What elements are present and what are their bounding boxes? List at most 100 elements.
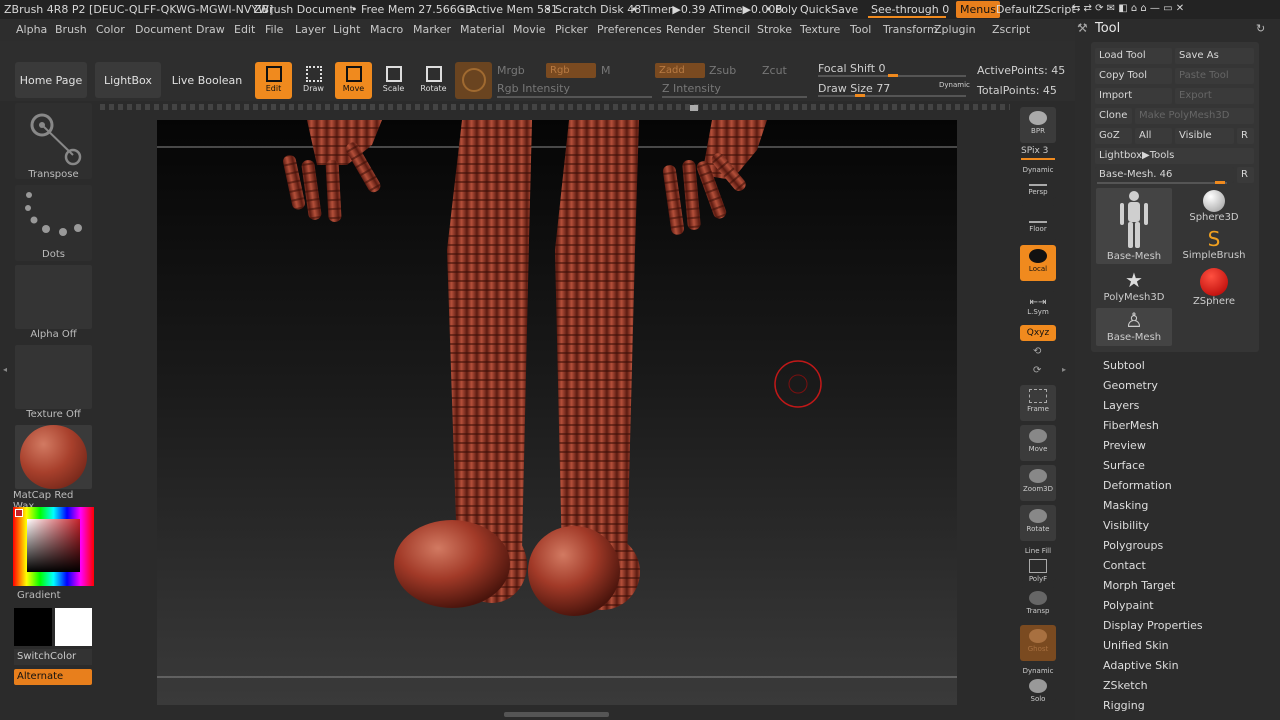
solo-button[interactable]: Dynamic Solo (1020, 665, 1056, 703)
tool-thumb-polymesh3d[interactable]: ★ PolyMesh3D (1096, 268, 1172, 306)
subpalette-visibility[interactable]: Visibility (1103, 519, 1149, 532)
live-boolean-button[interactable]: Live Boolean (169, 62, 245, 98)
tool-slider[interactable]: Base-Mesh. 46 (1095, 167, 1234, 183)
menu-render[interactable]: Render (666, 23, 705, 36)
top-scroll-handle[interactable] (690, 105, 698, 111)
color-picker-hue[interactable] (13, 507, 94, 586)
see-through-slider[interactable]: See-through 0 (871, 3, 949, 16)
rgb-intensity-slider[interactable] (497, 96, 652, 98)
menu-marker[interactable]: Marker (413, 23, 451, 36)
move-button[interactable]: Move (335, 62, 372, 99)
make-polymesh-button[interactable]: Make PolyMesh3D (1135, 108, 1254, 124)
draw-button[interactable]: Draw (295, 62, 332, 99)
goz-r-button[interactable]: R (1237, 128, 1254, 144)
tool-thumb-sphere3d[interactable]: Sphere3D (1176, 188, 1252, 226)
menu-macro[interactable]: Macro (370, 23, 403, 36)
subpalette-zsketch[interactable]: ZSketch (1103, 679, 1148, 692)
subpalette-rigging[interactable]: Rigging (1103, 699, 1145, 712)
color-picker-sv[interactable] (27, 519, 80, 572)
clone-button[interactable]: Clone (1095, 108, 1132, 124)
material-swatch-button[interactable] (455, 62, 492, 99)
tool-thumb-base-mesh-2[interactable]: ♙ Base-Mesh (1096, 308, 1172, 346)
dynamic-toggle[interactable]: Dynamic (939, 81, 970, 89)
subpalette-layers[interactable]: Layers (1103, 399, 1139, 412)
bpr-button[interactable]: BPR (1020, 107, 1056, 143)
subpalette-adaptive-skin[interactable]: Adaptive Skin (1103, 659, 1179, 672)
subpalette-deformation[interactable]: Deformation (1103, 479, 1172, 492)
menu-tool[interactable]: Tool (850, 23, 871, 36)
menu-layer[interactable]: Layer (295, 23, 326, 36)
alternate-button[interactable]: Alternate (14, 669, 92, 685)
gradient-label[interactable]: Gradient (17, 590, 94, 601)
persp-button[interactable]: Dynamic Persp (1020, 163, 1056, 199)
document-label[interactable]: ZBrush Document (254, 3, 354, 16)
goz-visible-button[interactable]: Visible (1175, 128, 1234, 144)
menus-button[interactable]: Menus (956, 1, 1000, 18)
switch-color-button[interactable]: SwitchColor (14, 649, 92, 665)
menu-stencil[interactable]: Stencil (713, 23, 750, 36)
document-canvas[interactable] (157, 120, 957, 705)
edit-button[interactable]: Edit (255, 62, 292, 99)
xyz-button[interactable]: Qxyz (1020, 325, 1056, 341)
move-view-button[interactable]: Move (1020, 425, 1056, 461)
left-collapse-icon[interactable]: ◂ (3, 365, 9, 375)
menu-zplugin[interactable]: Zplugin (934, 23, 976, 36)
menu-zscript[interactable]: Zscript (992, 23, 1030, 36)
focal-shift-knob[interactable] (888, 74, 898, 77)
secondary-color-swatch[interactable] (14, 608, 52, 646)
subpalette-polypaint[interactable]: Polypaint (1103, 599, 1154, 612)
load-tool-button[interactable]: Load Tool (1095, 48, 1172, 64)
rotate-view-button[interactable]: Rotate (1020, 505, 1056, 541)
home-page-button[interactable]: Home Page (15, 62, 87, 98)
goz-all-button[interactable]: All (1135, 128, 1172, 144)
menu-draw[interactable]: Draw (196, 23, 225, 36)
lightbox-button[interactable]: LightBox (95, 62, 161, 98)
menu-transform[interactable]: Transform (883, 23, 938, 36)
z-intensity-slider[interactable] (662, 96, 807, 98)
quicksave-button[interactable]: QuickSave (800, 3, 858, 16)
subpalette-surface[interactable]: Surface (1103, 459, 1145, 472)
menu-file[interactable]: File (265, 23, 283, 36)
subpalette-display-properties[interactable]: Display Properties (1103, 619, 1203, 632)
subpalette-fibermesh[interactable]: FiberMesh (1103, 419, 1159, 432)
menu-picker[interactable]: Picker (555, 23, 588, 36)
alpha-button[interactable] (15, 265, 92, 329)
menu-color[interactable]: Color (96, 23, 125, 36)
lsym-button[interactable]: ⇤⇥ L.Sym (1020, 291, 1056, 327)
subpalette-geometry[interactable]: Geometry (1103, 379, 1158, 392)
menu-brush[interactable]: Brush (55, 23, 87, 36)
scale-button[interactable]: Scale (375, 62, 412, 99)
palette-pin-icon[interactable]: ↻ (1256, 22, 1265, 35)
export-button[interactable]: Export (1175, 88, 1254, 104)
menu-preferences[interactable]: Preferences (597, 23, 662, 36)
tool-slider-knob[interactable] (1215, 181, 1225, 184)
paste-tool-button[interactable]: Paste Tool (1175, 68, 1254, 84)
subpalette-unified-skin[interactable]: Unified Skin (1103, 639, 1169, 652)
menu-texture[interactable]: Texture (800, 23, 840, 36)
bottom-scroll-handle[interactable] (504, 712, 609, 717)
menu-material[interactable]: Material (460, 23, 505, 36)
subpalette-contact[interactable]: Contact (1103, 559, 1146, 572)
subpalette-masking[interactable]: Masking (1103, 499, 1148, 512)
draw-size-knob[interactable] (855, 94, 865, 97)
import-button[interactable]: Import (1095, 88, 1172, 104)
tool-thumb-simplebrush[interactable]: S SimpleBrush (1176, 228, 1252, 266)
floor-button[interactable]: Floor (1020, 205, 1056, 241)
frame-button[interactable]: Frame (1020, 385, 1056, 421)
transp-button[interactable]: Transp (1020, 587, 1056, 623)
local-button[interactable]: Local (1020, 245, 1056, 281)
zcut-button[interactable]: Zcut (762, 64, 787, 77)
zoom3d-button[interactable]: Zoom3D (1020, 465, 1056, 501)
menu-movie[interactable]: Movie (513, 23, 546, 36)
menu-alpha[interactable]: Alpha (16, 23, 47, 36)
spix-slider[interactable]: SPix 3 (1021, 146, 1048, 156)
rgb-button[interactable]: Rgb (546, 63, 596, 78)
rotate-z-icon[interactable]: ⟳ (1033, 365, 1041, 376)
menu-document[interactable]: Document (135, 23, 192, 36)
tool-thumb-zsphere[interactable]: ZSphere (1176, 268, 1252, 307)
menu-edit[interactable]: Edit (234, 23, 255, 36)
zadd-button[interactable]: Zadd (655, 63, 705, 78)
subpalette-subtool[interactable]: Subtool (1103, 359, 1145, 372)
material-button[interactable] (15, 425, 92, 489)
copy-tool-button[interactable]: Copy Tool (1095, 68, 1172, 84)
